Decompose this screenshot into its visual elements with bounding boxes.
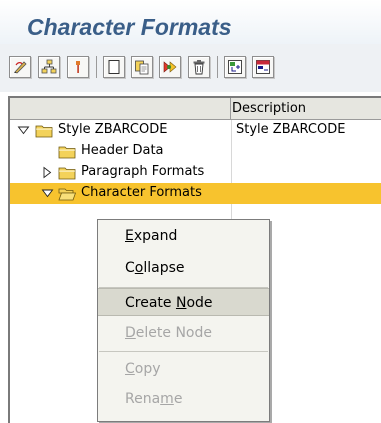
menu-item-label: xpand <box>133 228 178 244</box>
node-description: Style ZBARCODE <box>236 122 346 137</box>
expand-subtree-icon <box>228 60 242 74</box>
menu-item-accelerator: D <box>125 325 136 341</box>
create-object-button[interactable] <box>159 56 181 78</box>
menu-item-accelerator: N <box>175 295 187 311</box>
toolbar-separator <box>96 56 97 78</box>
menu-separator <box>99 351 268 352</box>
collapse-arrow-icon[interactable] <box>41 187 54 200</box>
folder-icon <box>58 167 76 180</box>
expand-subtree-button[interactable] <box>224 56 246 78</box>
menu-item-copy: Copy <box>98 355 269 383</box>
trash-button[interactable] <box>188 56 210 78</box>
menu-item-delete-node: Delete Node <box>98 319 269 347</box>
collapse-subtree-button[interactable] <box>252 56 274 78</box>
tree-header: Description <box>10 98 381 120</box>
node-label: Style ZBARCODE <box>58 122 168 137</box>
node-label: Character Formats <box>81 185 202 200</box>
copy-document-icon <box>135 60 149 75</box>
expand-arrow-icon[interactable] <box>41 166 54 179</box>
menu-item-expand[interactable]: Expand <box>98 222 269 250</box>
menu-item-rename: Rename <box>98 385 269 413</box>
new-document-button[interactable] <box>103 56 125 78</box>
menu-item-collapse[interactable]: Collapse <box>98 254 269 282</box>
folder-icon <box>58 146 76 159</box>
menu-item-create-node[interactable]: Create Node <box>98 288 269 316</box>
pin-button[interactable] <box>67 56 89 78</box>
open-folder-icon <box>58 188 76 201</box>
menu-item-label: Create <box>125 295 176 311</box>
collapse-subtree-icon <box>256 60 270 74</box>
folder-icon <box>35 125 53 138</box>
tree-row-character-formats[interactable]: Character Formats <box>10 183 381 204</box>
menu-item-label: C <box>125 260 135 276</box>
title-bar: Character Formats <box>0 0 381 44</box>
node-label: Paragraph Formats <box>81 164 205 179</box>
tree-row-paragraph-formats[interactable]: Paragraph Formats <box>10 162 381 183</box>
toolbar-separator <box>217 56 218 78</box>
pin-icon <box>76 61 80 73</box>
edit-pencil-icon <box>14 61 27 74</box>
copy-document-button[interactable] <box>131 56 153 78</box>
toolbar <box>0 44 381 92</box>
trash-icon <box>193 60 205 75</box>
menu-item-label: llapse <box>143 260 185 276</box>
column-header-node[interactable] <box>10 98 231 119</box>
menu-item-accelerator: C <box>125 361 135 377</box>
menu-item-label: e <box>173 391 183 407</box>
new-document-icon <box>108 60 120 74</box>
menu-item-label: elete Node <box>135 325 212 341</box>
menu-item-label: ode <box>186 295 213 311</box>
menu-item-accelerator: E <box>125 228 134 244</box>
create-object-icon <box>163 61 177 73</box>
context-menu: Expand Collapse Create Node Delete Node … <box>97 219 270 422</box>
menu-item-accelerator: m <box>160 391 174 407</box>
collapse-arrow-icon[interactable] <box>17 124 30 137</box>
tree-row-header-data[interactable]: Header Data <box>10 141 381 162</box>
hierarchy-icon <box>41 59 57 74</box>
menu-item-label: Rena <box>125 391 161 407</box>
page-title: Character Formats <box>27 14 232 40</box>
menu-item-label: opy <box>134 361 161 377</box>
tree-row-style-zbarcode[interactable]: Style ZBARCODE Style ZBARCODE <box>10 120 381 141</box>
column-header-description[interactable]: Description <box>232 101 306 116</box>
node-label: Header Data <box>81 143 164 158</box>
hierarchy-button[interactable] <box>38 56 60 78</box>
edit-pencil-button[interactable] <box>9 56 31 78</box>
